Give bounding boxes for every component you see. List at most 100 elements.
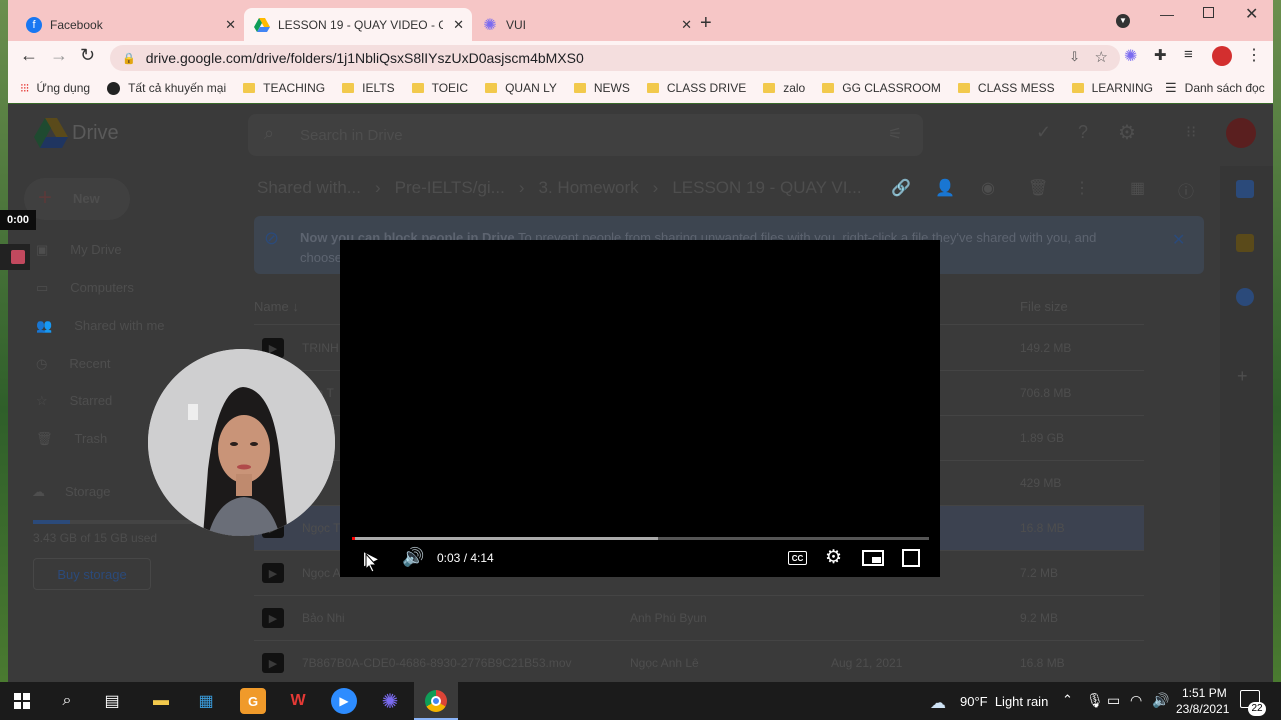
install-icon[interactable]: ⇩ (1069, 49, 1080, 65)
help-icon[interactable]: ? (1078, 122, 1088, 143)
star-icon[interactable]: ☆ (1095, 48, 1108, 66)
breadcrumb-item[interactable]: LESSON 19 - QUAY VI... (672, 178, 861, 198)
search-icon[interactable]: ⌕ (54, 688, 80, 714)
chrome-taskbar-button[interactable] (414, 682, 458, 720)
maximize-button[interactable] (1203, 7, 1214, 18)
keep-icon[interactable] (1236, 234, 1254, 252)
settings-icon[interactable]: ⚙ (1118, 120, 1136, 145)
grid-view-icon[interactable]: ▦ (1130, 178, 1145, 198)
sidebar-item-shared[interactable]: 👥 Shared with me (36, 318, 236, 334)
zoom-icon[interactable]: ▶ (331, 688, 357, 714)
new-button[interactable]: + New (24, 178, 130, 220)
reading-list-label: Danh sách đọc (1184, 81, 1265, 95)
close-icon[interactable]: ✕ (453, 17, 464, 33)
file-row[interactable]: ▶ Bảo Nhi Anh Phú Byun 9.2 MB (254, 596, 1144, 641)
wps-icon[interactable]: W (285, 688, 311, 714)
tab-vui[interactable]: ✺ VUI ✕ (472, 8, 700, 41)
recorder-stop-button[interactable] (0, 244, 30, 270)
add-person-icon[interactable]: 👤 (935, 178, 955, 198)
back-arrow-icon[interactable]: ← (20, 45, 38, 66)
battery-icon[interactable]: ▭ (1107, 692, 1120, 709)
link-icon[interactable]: 🔗 (891, 178, 911, 198)
calendar-icon[interactable] (1236, 180, 1254, 198)
minimize-button[interactable]: — (1160, 6, 1174, 22)
column-header-size[interactable]: File size (1020, 299, 1068, 314)
video-player[interactable]: ▶ 🔊 0:03 / 4:14 CC ⚙ (340, 240, 940, 577)
video-buffered-bar (352, 537, 658, 540)
new-tab-button[interactable]: + (700, 12, 712, 35)
reading-list[interactable]: ☰ Danh sách đọc (1165, 80, 1265, 96)
breadcrumb-item[interactable]: Shared with... (257, 178, 361, 198)
chevron-up-icon[interactable]: ⌃ (1062, 692, 1073, 708)
more-icon[interactable]: ⋮ (1074, 178, 1090, 198)
tab-drive[interactable]: LESSON 19 - QUAY VIDEO - Goo ✕ (244, 8, 472, 41)
profile-avatar[interactable] (1212, 46, 1232, 66)
mouse-cursor-icon (365, 552, 378, 573)
media-icon[interactable]: ≡ (1184, 46, 1193, 63)
bookmark-folder[interactable]: IELTS (342, 81, 395, 95)
flower-app-icon[interactable]: ✺ (377, 688, 403, 714)
close-icon[interactable]: ✕ (225, 17, 236, 33)
breadcrumb-item[interactable]: 3. Homework (539, 178, 639, 198)
store-icon[interactable]: ▦ (193, 688, 219, 714)
banner-text-2: choose (300, 250, 342, 265)
bookmark-folder[interactable]: TEACHING (243, 81, 325, 95)
volume-icon[interactable]: 🔊 (402, 547, 424, 568)
buy-storage-button[interactable]: Buy storage (33, 558, 151, 590)
bookmark-folder[interactable]: CLASS DRIVE (646, 81, 746, 95)
extension-flower-icon[interactable]: ✺ (1124, 46, 1137, 66)
app-g-icon[interactable]: G (240, 688, 266, 714)
speaker-icon[interactable]: 🔊 (1152, 692, 1169, 709)
microphone-icon[interactable]: 🎙 (1086, 692, 1104, 709)
filter-icon[interactable]: ⚟ (888, 124, 902, 144)
close-icon[interactable]: ✕ (1172, 230, 1185, 250)
task-view-icon[interactable]: ▤ (99, 688, 125, 714)
clock-date[interactable]: 23/8/2021 (1176, 702, 1229, 716)
apps-icon[interactable]: ⁝⁝ (1186, 122, 1196, 142)
fullscreen-icon[interactable] (902, 549, 920, 567)
column-header-name[interactable]: Name ↓ (254, 299, 299, 314)
sidebar-item-computers[interactable]: ▭ Computers (36, 280, 236, 296)
clock-time[interactable]: 1:51 PM (1182, 686, 1227, 700)
bookmark-folder[interactable]: LEARNING (1071, 81, 1153, 95)
bookmark-folder[interactable]: NEWS (573, 81, 630, 95)
bookmark-folder[interactable]: zalo (763, 81, 805, 95)
menu-icon[interactable]: ⋮ (1246, 45, 1262, 65)
tasks-icon[interactable] (1236, 288, 1254, 306)
add-addon-icon[interactable]: + (1237, 366, 1248, 387)
bookmark-folder[interactable]: GG CLASSROOM (822, 81, 941, 95)
address-bar[interactable]: 🔒 drive.google.com/drive/folders/1j1Nbli… (110, 45, 1120, 71)
tab-facebook[interactable]: f Facebook ✕ (16, 8, 244, 41)
file-explorer-icon[interactable]: ▬ (148, 688, 174, 714)
bookmark-folder[interactable]: TOEIC (411, 81, 468, 95)
desktop-wallpaper-left (0, 0, 8, 682)
reload-icon[interactable]: ↻ (80, 45, 95, 66)
wifi-icon[interactable]: ◠ (1130, 692, 1142, 709)
bookmark-promo[interactable]: Tất cả khuyến mại (107, 81, 226, 95)
video-progress-track[interactable] (352, 537, 929, 540)
trash-icon[interactable]: 🗑 (1028, 178, 1048, 198)
forward-arrow-icon[interactable]: → (50, 45, 68, 66)
bookmark-apps[interactable]: ⁝⁝⁝ Ứng dụng (20, 81, 90, 95)
google-drive-icon (254, 17, 270, 33)
account-avatar[interactable] (1226, 118, 1256, 148)
info-icon[interactable]: ⓘ (1178, 178, 1194, 202)
window-close-button[interactable]: ✕ (1245, 4, 1258, 24)
file-row[interactable]: ▶ 7B867B0A-CDE0-4686-8930-2776B9C21B53.mo… (254, 641, 1144, 682)
puzzle-icon[interactable]: ✚ (1154, 46, 1167, 64)
check-circle-icon[interactable]: ✓ (1036, 122, 1051, 143)
sidebar-item-my-drive[interactable]: ▣ My Drive (36, 242, 236, 258)
breadcrumb-item[interactable]: Pre-IELTS/gi... (395, 178, 505, 198)
search-bar[interactable]: ⌕ Search in Drive ⚟ (248, 114, 923, 156)
miniplayer-icon[interactable] (862, 550, 884, 566)
sidebar-item-label: Shared with me (74, 318, 165, 333)
weather-text[interactable]: 90°F Light rain (960, 694, 1048, 709)
bookmark-folder[interactable]: CLASS MESS (957, 81, 1055, 95)
tab-search-icon[interactable]: ▼ (1116, 14, 1130, 28)
bookmark-folder[interactable]: QUAN LY (485, 81, 557, 95)
windows-start-icon[interactable] (9, 688, 35, 714)
captions-icon[interactable]: CC (788, 551, 807, 565)
eye-icon[interactable]: ◉ (981, 178, 995, 198)
close-icon[interactable]: ✕ (681, 17, 692, 33)
settings-icon[interactable]: ⚙ (825, 546, 842, 569)
